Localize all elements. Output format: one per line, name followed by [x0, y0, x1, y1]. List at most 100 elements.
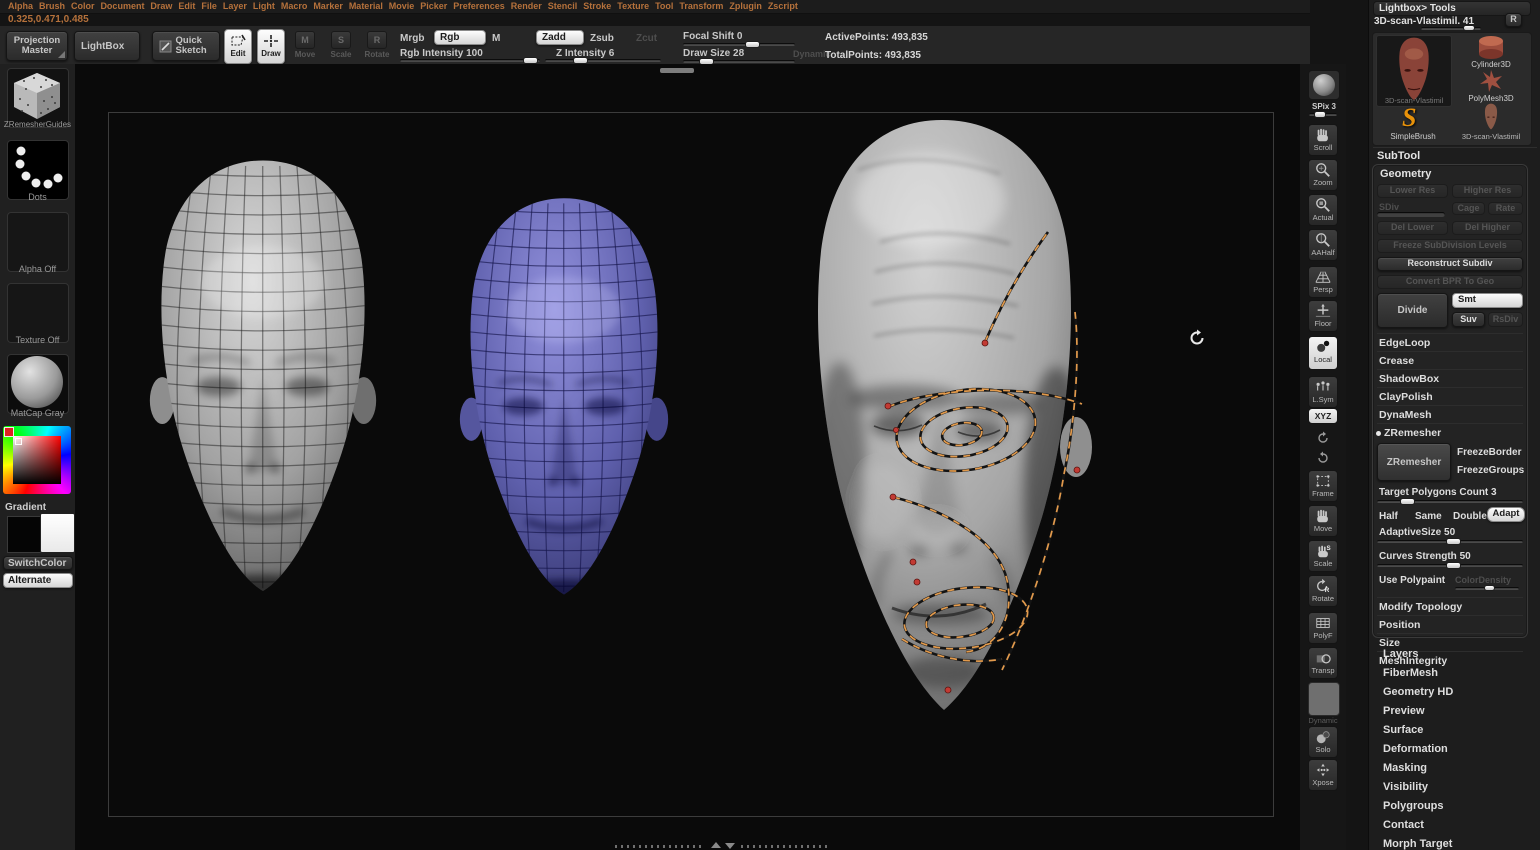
section-dynamesh[interactable]: DynaMesh [1379, 409, 1432, 421]
freeze-subdivision-button[interactable]: Freeze SubDivision Levels [1377, 239, 1523, 253]
menu-stroke[interactable]: Stroke [583, 1, 611, 11]
local-toggle[interactable]: Local [1308, 336, 1338, 370]
section-morph-target[interactable]: Morph Target [1383, 838, 1452, 850]
menu-draw[interactable]: Draw [150, 1, 172, 11]
section-fibermesh[interactable]: FiberMesh [1383, 667, 1438, 679]
section-preview[interactable]: Preview [1383, 705, 1425, 717]
menu-macro[interactable]: Macro [281, 1, 308, 11]
r-button[interactable]: R [1505, 13, 1522, 27]
tool-thumb-active[interactable]: 3D-scan-Vlastimil [1376, 35, 1452, 107]
move-button[interactable]: M Move [292, 31, 318, 61]
actual-tool[interactable]: Actual [1308, 194, 1338, 226]
stroke-thumbnail[interactable] [7, 140, 69, 200]
menu-alpha[interactable]: Alpha [8, 1, 33, 11]
menu-marker[interactable]: Marker [313, 1, 343, 11]
solo-toggle[interactable]: Solo [1308, 726, 1338, 758]
polyframe-toggle[interactable]: PolyF [1308, 612, 1338, 644]
scroll-tool[interactable]: Scroll [1308, 124, 1338, 156]
alternate-button[interactable]: Alternate [3, 573, 73, 588]
rotate-canvas-tool[interactable]: R Rotate [1308, 575, 1338, 607]
gradient-label[interactable]: Gradient [0, 502, 75, 513]
section-modify-topology[interactable]: Modify Topology [1379, 601, 1462, 613]
menu-brush[interactable]: Brush [39, 1, 65, 11]
section-contact[interactable]: Contact [1383, 819, 1424, 831]
section-shadowbox[interactable]: ShadowBox [1379, 373, 1439, 385]
menu-picker[interactable]: Picker [420, 1, 447, 11]
quick-sketch-button[interactable]: Quick Sketch [152, 31, 220, 61]
color-picker[interactable] [3, 426, 71, 494]
del-lower-button[interactable]: Del Lower [1377, 221, 1448, 235]
spix-slider[interactable] [1309, 110, 1337, 119]
rotate-button[interactable]: R Rotate [364, 31, 390, 61]
divide-button[interactable]: Divide [1377, 293, 1448, 328]
scale-canvas-tool[interactable]: S Scale [1308, 540, 1338, 572]
aahalf-tool[interactable]: AAHalf [1308, 229, 1338, 261]
rgb-toggle[interactable]: Rgb [434, 30, 486, 45]
floor-toggle[interactable]: Floor [1308, 300, 1338, 332]
section-surface[interactable]: Surface [1383, 724, 1423, 736]
target-polygons-slider[interactable] [1377, 497, 1523, 507]
sdiv-slider[interactable] [1377, 210, 1445, 218]
adapt-toggle[interactable]: Adapt [1487, 507, 1525, 522]
menu-render[interactable]: Render [511, 1, 542, 11]
half-button[interactable]: Half [1379, 511, 1398, 522]
menu-color[interactable]: Color [71, 1, 95, 11]
lsym-toggle[interactable]: L.Sym [1308, 376, 1338, 408]
freeze-groups-toggle[interactable]: FreezeGroups [1457, 465, 1524, 476]
zoom-tool[interactable]: Zoom [1308, 159, 1338, 191]
tray-expand-up-arrow[interactable] [711, 842, 721, 848]
projection-master-button[interactable]: Projection Master [6, 31, 68, 61]
section-geometry-hd[interactable]: Geometry HD [1383, 686, 1453, 698]
suv-toggle[interactable]: Suv [1452, 312, 1485, 327]
reconstruct-subdiv-button[interactable]: Reconstruct Subdiv [1377, 257, 1523, 271]
section-claypolish[interactable]: ClayPolish [1379, 391, 1433, 403]
secondary-color-swatch[interactable] [40, 513, 75, 553]
xyz-toggle[interactable]: XYZ [1308, 408, 1338, 424]
viewport-canvas[interactable] [75, 64, 1308, 850]
tool-thumb-scan-small[interactable]: 3D-scan-Vlastimil [1455, 103, 1527, 141]
canvas-material-thumb[interactable] [1308, 70, 1340, 100]
higher-res-button[interactable]: Higher Res [1452, 184, 1523, 198]
section-geometry[interactable]: Geometry [1380, 168, 1431, 180]
section-crease[interactable]: Crease [1379, 355, 1414, 367]
spin-right-icon[interactable] [1315, 450, 1331, 466]
section-subtool[interactable]: SubTool [1377, 150, 1420, 162]
section-visibility[interactable]: Visibility [1383, 781, 1428, 793]
convert-bpr-button[interactable]: Convert BPR To Geo [1377, 275, 1523, 289]
current-brush-thumbnail[interactable] [7, 68, 69, 128]
texture-thumbnail[interactable] [7, 283, 69, 343]
same-button[interactable]: Same [1415, 511, 1442, 522]
smt-toggle[interactable]: Smt [1452, 293, 1523, 308]
alpha-thumbnail[interactable] [7, 212, 69, 272]
menu-tool[interactable]: Tool [655, 1, 673, 11]
menu-transform[interactable]: Transform [679, 1, 723, 11]
del-higher-button[interactable]: Del Higher [1452, 221, 1523, 235]
dynamic-toggle-tile[interactable] [1308, 682, 1340, 716]
section-deformation[interactable]: Deformation [1383, 743, 1448, 755]
freeze-border-toggle[interactable]: FreezeBorder [1457, 447, 1521, 458]
switch-color-button[interactable]: SwitchColor [3, 556, 73, 570]
section-zremesher[interactable]: ZRemesher [1384, 427, 1441, 439]
lightbox-button[interactable]: LightBox [74, 31, 140, 61]
zsub-toggle[interactable]: Zsub [590, 33, 614, 44]
rate-button[interactable]: Rate [1488, 202, 1523, 215]
m-toggle[interactable]: M [492, 33, 500, 44]
menu-light[interactable]: Light [253, 1, 275, 11]
section-layers[interactable]: Layers [1383, 648, 1418, 660]
section-edgeloop[interactable]: EdgeLoop [1379, 337, 1430, 349]
mrgb-toggle[interactable]: Mrgb [400, 33, 424, 44]
transparency-toggle[interactable]: Transp [1308, 647, 1338, 679]
menu-file[interactable]: File [201, 1, 217, 11]
menu-preferences[interactable]: Preferences [453, 1, 505, 11]
menu-stencil[interactable]: Stencil [548, 1, 578, 11]
section-masking[interactable]: Masking [1383, 762, 1427, 774]
zremesher-button[interactable]: ZRemesher [1377, 443, 1451, 481]
lower-res-button[interactable]: Lower Res [1377, 184, 1448, 198]
menu-texture[interactable]: Texture [617, 1, 649, 11]
menu-movie[interactable]: Movie [389, 1, 415, 11]
persp-toggle[interactable]: Persp [1308, 266, 1338, 298]
top-tray-handle[interactable] [660, 68, 694, 73]
main-color-swatch[interactable] [7, 516, 42, 553]
zcut-toggle[interactable]: Zcut [636, 33, 657, 44]
use-polypaint-toggle[interactable]: Use Polypaint [1379, 575, 1445, 586]
